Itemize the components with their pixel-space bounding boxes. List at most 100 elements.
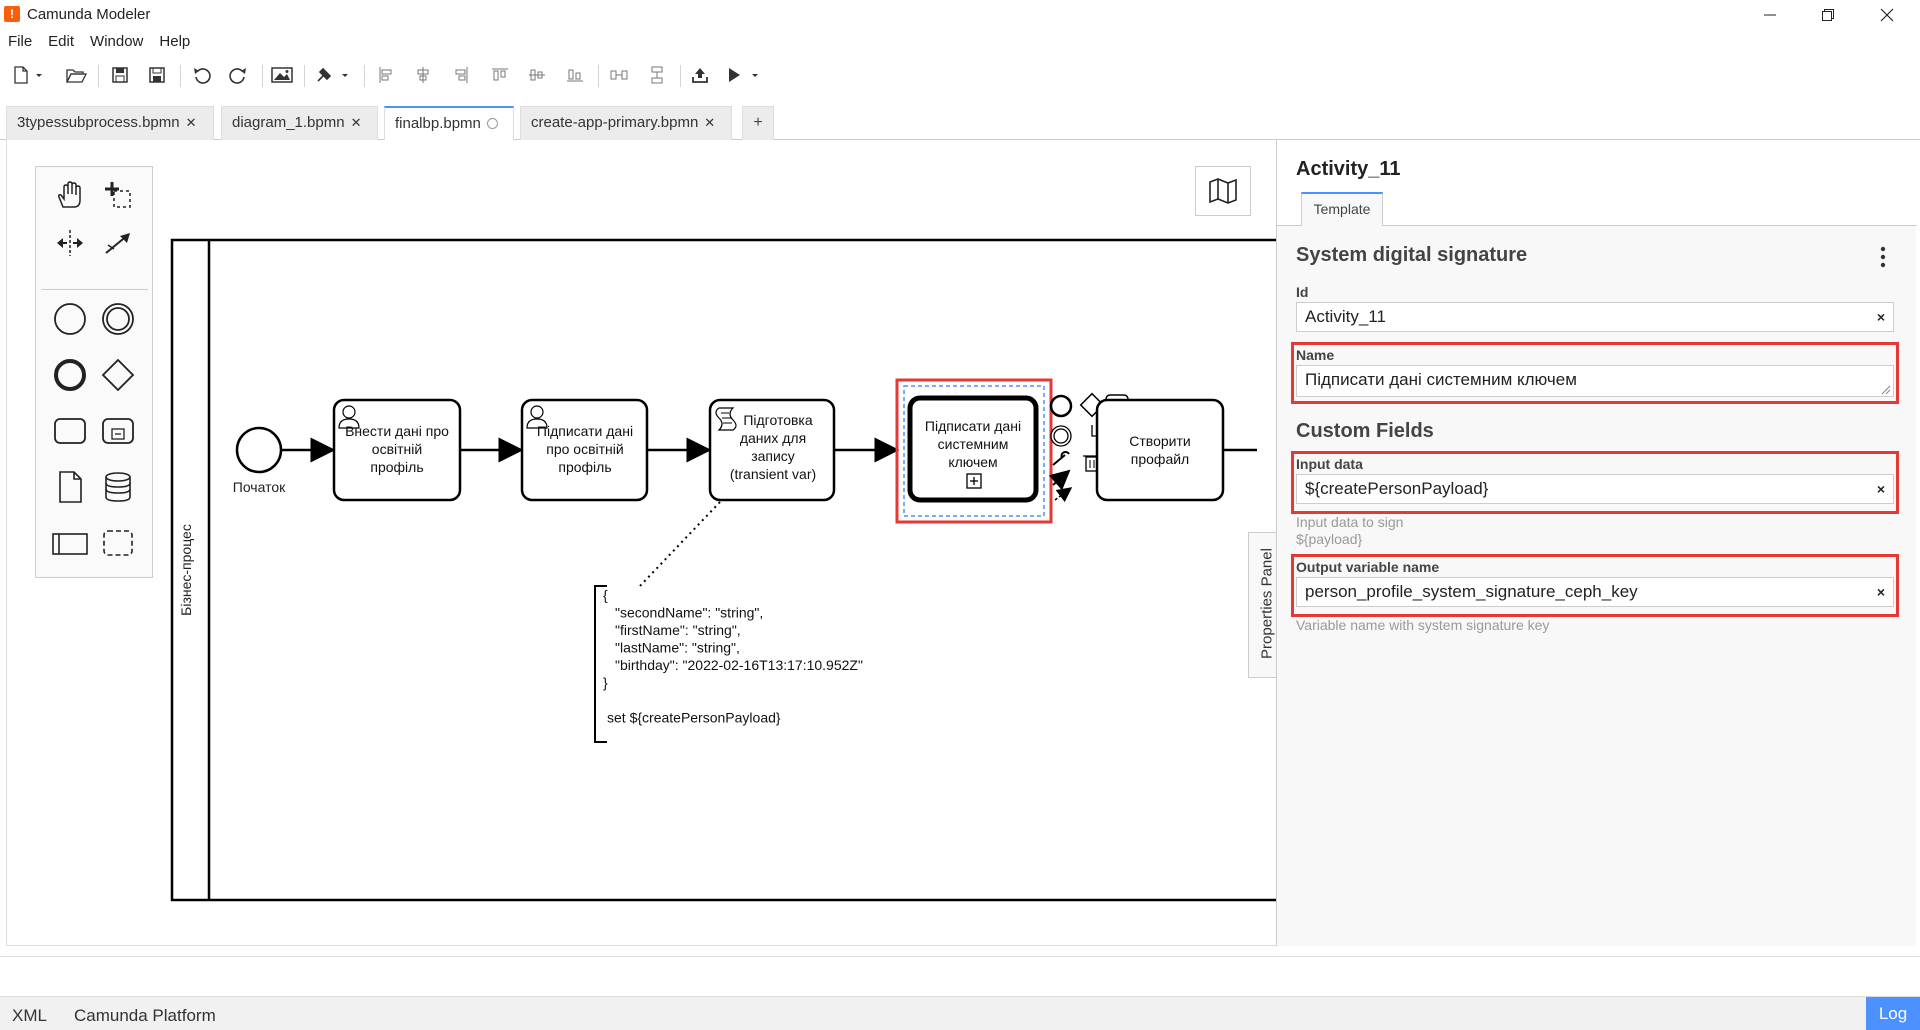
append-end-event-icon[interactable] — [1049, 394, 1073, 418]
clear-input-data-icon[interactable]: × — [1871, 479, 1891, 499]
align-left-icon — [379, 67, 392, 83]
menu-file[interactable]: File — [0, 30, 40, 54]
unsaved-indicator-icon[interactable] — [486, 118, 498, 129]
create-data-store-button[interactable] — [94, 463, 142, 511]
properties-panel-toggle[interactable]: Properties Panel — [1248, 532, 1276, 678]
collapsed-subprocess-marker-icon — [966, 473, 982, 489]
log-toggle-button[interactable]: Log — [1866, 997, 1920, 1030]
color-picker-button[interactable] — [312, 61, 356, 89]
clear-id-icon[interactable]: × — [1871, 307, 1891, 327]
output-variable-field[interactable]: person_profile_system_signature_ceph_key — [1296, 577, 1894, 607]
minimap-toggle-button[interactable] — [1195, 166, 1251, 216]
annotation-text: {"secondName": "string", "firstName": "st… — [603, 587, 863, 726]
title-bar: ! Camunda Modeler — [0, 0, 1920, 30]
close-tab-icon[interactable]: ✕ — [351, 107, 362, 139]
id-input[interactable]: Activity_11 — [1296, 302, 1894, 332]
tab-label: diagram_1.bpmn — [232, 114, 345, 131]
xml-view-button[interactable]: XML — [12, 1006, 47, 1026]
align-center-icon — [417, 67, 429, 83]
properties-header: Activity_11 Template — [1277, 140, 1917, 226]
create-intermediate-event-button[interactable] — [94, 295, 142, 343]
align-center-button[interactable] — [409, 61, 437, 89]
execution-platform-button[interactable]: Camunda Platform — [74, 1006, 216, 1026]
minimize-button[interactable] — [1741, 0, 1799, 30]
align-right-icon — [455, 67, 468, 83]
undo-button[interactable] — [188, 61, 216, 89]
pool[interactable]: Бізнес-процес — [170, 238, 1276, 902]
new-file-button[interactable] — [8, 61, 48, 89]
menu-edit[interactable]: Edit — [40, 30, 82, 54]
tab-diagram-1[interactable]: diagram_1.bpmn ✕ — [221, 106, 378, 140]
data-store-icon — [105, 472, 131, 502]
input-data-description: Input data to sign ${payload} — [1296, 514, 1404, 547]
add-tab-button[interactable]: + — [742, 106, 774, 140]
align-bottom-button[interactable] — [561, 61, 589, 89]
align-right-button[interactable] — [447, 61, 475, 89]
hand-tool-button[interactable] — [46, 171, 94, 219]
deploy-button[interactable] — [686, 61, 714, 89]
map-icon — [1209, 178, 1237, 204]
menu-window[interactable]: Window — [82, 30, 151, 54]
pool-label: Бізнес-процес — [178, 524, 194, 616]
more-options-icon[interactable] — [1877, 246, 1889, 268]
tab-finalbp[interactable]: finalbp.bpmn — [384, 106, 514, 141]
distribute-vertical-button[interactable] — [643, 61, 671, 89]
restore-icon — [1822, 9, 1834, 21]
user-task-sign-education-profile[interactable]: Підписати дані про освітній профіль — [520, 398, 649, 502]
space-tool-button[interactable] — [46, 219, 94, 267]
create-start-event-button[interactable] — [46, 295, 94, 343]
association[interactable] — [638, 501, 721, 588]
output-variable-description: Variable name with system signature key — [1296, 617, 1550, 633]
export-image-button[interactable] — [268, 61, 296, 89]
tab-create-app-primary[interactable]: create-app-primary.bpmn ✕ — [520, 106, 732, 140]
create-task-button[interactable] — [46, 407, 94, 455]
align-top-button[interactable] — [486, 61, 514, 89]
open-file-button[interactable] — [62, 61, 90, 89]
wrench-icon[interactable] — [1052, 451, 1070, 466]
save-as-button[interactable] — [143, 61, 171, 89]
create-data-object-button[interactable] — [46, 463, 94, 511]
distribute-horizontal-button[interactable] — [605, 61, 633, 89]
global-connect-tool-button[interactable] — [94, 219, 142, 267]
hand-tool-icon — [58, 181, 81, 208]
tab-label: 3typessubprocess.bpmn — [17, 114, 180, 131]
start-event[interactable]: Початок — [233, 426, 286, 495]
run-button[interactable] — [722, 61, 766, 89]
tab-3typessubprocess[interactable]: 3typessubprocess.bpmn ✕ — [6, 106, 214, 140]
connect-arrow-icon[interactable] — [1048, 469, 1071, 491]
redo-button[interactable] — [224, 61, 252, 89]
align-middle-button[interactable] — [523, 61, 551, 89]
align-left-button[interactable] — [372, 61, 400, 89]
close-tab-icon[interactable]: ✕ — [704, 107, 715, 139]
text-annotation[interactable]: {"secondName": "string", "firstName": "st… — [594, 585, 863, 743]
create-subprocess-button[interactable] — [94, 407, 142, 455]
create-group-button[interactable] — [94, 519, 142, 567]
group-icon — [103, 530, 133, 556]
close-tab-icon[interactable]: ✕ — [186, 107, 197, 139]
align-top-icon — [492, 68, 508, 81]
window-title: Camunda Modeler — [27, 6, 151, 23]
menu-help[interactable]: Help — [151, 30, 198, 54]
association-arrow-icon[interactable] — [1054, 487, 1073, 503]
lasso-tool-button[interactable] — [94, 171, 142, 219]
start-event-label: Початок — [233, 479, 286, 495]
subprocess-sign-system-key[interactable]: Підписати дані системним ключем — [895, 378, 1053, 524]
redo-icon — [229, 68, 246, 84]
element-id-title: Activity_11 — [1296, 158, 1401, 180]
create-gateway-button[interactable] — [94, 351, 142, 399]
tab-template[interactable]: Template — [1301, 192, 1383, 226]
create-pool-button[interactable] — [46, 519, 94, 567]
clear-output-variable-icon[interactable]: × — [1871, 582, 1891, 602]
save-button[interactable] — [106, 61, 134, 89]
restore-button[interactable] — [1799, 0, 1857, 30]
id-label: Id — [1296, 284, 1309, 300]
resize-handle-icon[interactable] — [1881, 385, 1891, 395]
task-create-profile[interactable]: Створити профайл — [1095, 398, 1225, 502]
create-end-event-button[interactable] — [46, 351, 94, 399]
script-task-prepare-data[interactable]: Підготовка даних для запису (transient var) — [708, 398, 836, 502]
user-task-enter-education-profile[interactable]: Внести дані про освітній профіль — [332, 398, 462, 502]
input-data-field[interactable]: ${createPersonPayload} — [1296, 474, 1894, 504]
close-window-button[interactable] — [1858, 0, 1916, 30]
diagram-canvas[interactable]: Бізнес-процес Початок Внести дані про ос… — [6, 140, 1276, 946]
name-textarea[interactable]: Підписати дані системним ключем — [1296, 365, 1894, 397]
